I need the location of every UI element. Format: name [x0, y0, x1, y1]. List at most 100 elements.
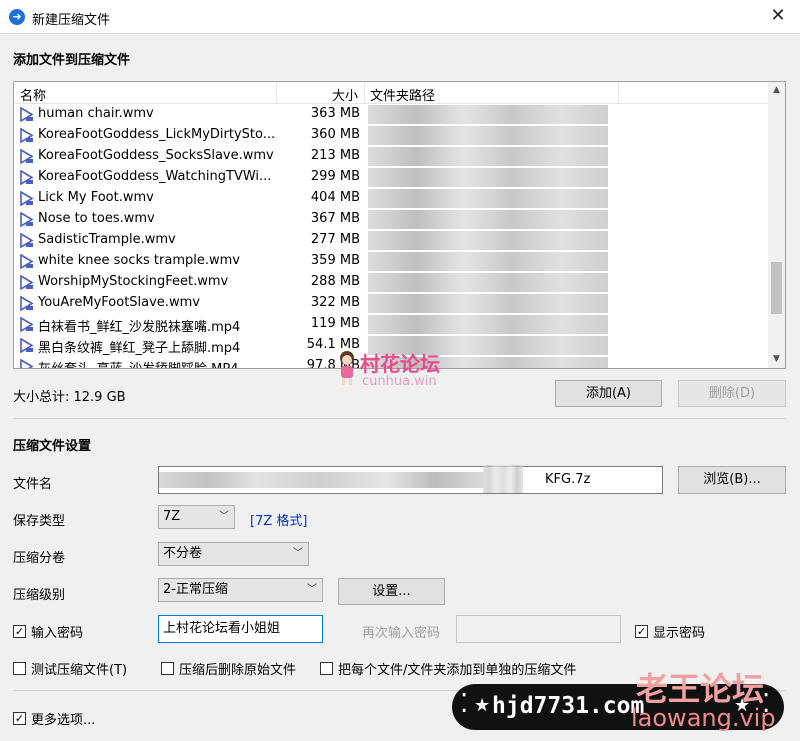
level-value: 2-正常压缩	[163, 582, 228, 597]
redacted-path	[368, 105, 608, 124]
format-link[interactable]: [7Z 格式]	[250, 510, 307, 529]
delete-after-label: 压缩后删除原始文件	[179, 663, 297, 678]
test-archive-label: 测试压缩文件(T)	[31, 663, 128, 678]
file-name: 黑白条纹裤_鲜红_凳子上舔脚.mp4	[38, 341, 241, 356]
redacted-path	[368, 126, 608, 145]
column-header-path[interactable]: 文件夹路径	[370, 85, 435, 104]
video-file-icon	[20, 254, 34, 269]
video-file-icon	[20, 275, 34, 290]
video-file-icon	[20, 191, 34, 206]
file-size: 360 MB	[310, 127, 360, 142]
table-row[interactable]: 白袜看书_鲜红_沙发脱袜塞嘴.mp4 119 MB	[14, 314, 769, 335]
redacted-path	[368, 210, 608, 229]
check-icon: ✓	[635, 625, 648, 638]
format-value: 7Z	[163, 509, 181, 524]
check-icon: ✓	[13, 625, 26, 638]
file-size: 363 MB	[310, 106, 360, 121]
file-name: white knee socks trample.wmv	[38, 253, 240, 268]
password-label: 输入密码	[31, 626, 84, 641]
level-select[interactable]: 2-正常压缩 ﹀	[158, 578, 323, 602]
app-icon: ➜	[9, 9, 25, 25]
column-header-size[interactable]: 大小	[332, 85, 358, 104]
file-name: KoreaFootGoddess_LickMyDirtySto...	[38, 127, 276, 142]
browse-button[interactable]: 浏览(B)...	[678, 466, 786, 494]
file-rows: human chair.wmv 363 MB KoreaFootGoddess_Li…	[14, 104, 769, 368]
show-password-checkbox[interactable]: ✓ 显示密码	[635, 622, 705, 641]
chevron-down-icon: ﹀	[307, 584, 317, 595]
girl-mascot-icon	[340, 351, 354, 385]
star-icon: ★	[474, 695, 491, 716]
password-input[interactable]: 上村花论坛看小姐姐	[158, 615, 323, 643]
window-title: 新建压缩文件	[32, 13, 111, 28]
file-name: KoreaFootGoddess_SocksSlave.wmv	[38, 148, 274, 163]
file-name: Nose to toes.wmv	[38, 211, 155, 226]
scroll-down-icon[interactable]: ▼	[768, 351, 785, 368]
delete-button[interactable]: 删除(D)	[678, 380, 786, 407]
video-file-icon	[20, 233, 34, 248]
video-file-icon	[20, 338, 34, 353]
settings-section-title: 压缩文件设置	[13, 439, 92, 454]
close-icon[interactable]: ✕	[766, 5, 790, 29]
table-row[interactable]: Lick My Foot.wmv 404 MB	[14, 188, 769, 209]
show-password-label: 显示密码	[653, 626, 706, 641]
format-label: 保存类型	[13, 514, 66, 529]
divider	[13, 418, 786, 419]
format-select[interactable]: 7Z ﹀	[158, 505, 235, 529]
scroll-up-icon[interactable]: ▲	[768, 82, 785, 99]
file-list-header: 名称 大小 文件夹路径	[14, 82, 769, 104]
video-file-icon	[20, 128, 34, 143]
test-archive-checkbox[interactable]: 测试压缩文件(T)	[13, 659, 127, 678]
video-file-icon	[20, 317, 34, 332]
reenter-password-label: 再次输入密码	[362, 626, 441, 641]
split-select[interactable]: 不分卷 ﹀	[158, 542, 309, 566]
redacted-path	[368, 294, 608, 313]
redacted-path	[368, 231, 608, 250]
table-row[interactable]: human chair.wmv 363 MB	[14, 104, 769, 125]
file-size: 288 MB	[310, 274, 360, 289]
table-row[interactable]: WorshipMyStockingFeet.wmv 288 MB	[14, 272, 769, 293]
table-row[interactable]: YouAreMyFootSlave.wmv 322 MB	[14, 293, 769, 314]
settings-button[interactable]: 设置...	[338, 578, 445, 605]
password-checkbox[interactable]: ✓ 输入密码	[13, 622, 83, 641]
file-size: 213 MB	[310, 148, 360, 163]
cunhua-site: cunhua.win	[362, 374, 437, 389]
video-file-icon	[20, 149, 34, 164]
file-name: human chair.wmv	[38, 106, 154, 121]
chevron-down-icon: ﹀	[219, 511, 229, 522]
redacted-path	[368, 273, 608, 292]
file-list[interactable]: 名称 大小 文件夹路径 human chair.wmv 363 MB KoreaFo…	[13, 81, 786, 369]
file-size: 404 MB	[310, 190, 360, 205]
table-row[interactable]: SadisticTrample.wmv 277 MB	[14, 230, 769, 251]
file-name: WorshipMyStockingFeet.wmv	[38, 274, 229, 289]
table-row[interactable]: KoreaFootGoddess_WatchingTVWi... 299 MB	[14, 167, 769, 188]
table-row[interactable]: white knee socks trample.wmv 359 MB	[14, 251, 769, 272]
redacted-path	[368, 147, 608, 166]
file-name: Lick My Foot.wmv	[38, 190, 154, 205]
more-options-label: 更多选项...	[31, 713, 96, 728]
file-size: 119 MB	[310, 316, 360, 331]
video-file-icon	[20, 107, 34, 122]
cunhua-watermark: 村花论坛 cunhua.win	[336, 348, 476, 396]
add-button[interactable]: 添加(A)	[555, 380, 662, 407]
file-name: KoreaFootGoddess_WatchingTVWi...	[38, 169, 272, 184]
column-header-name[interactable]: 名称	[20, 85, 46, 104]
laowang-watermark: ⁚ ★ hjd7731.com ★ ⁚ 老王论坛 laowang.vip	[446, 670, 800, 741]
filename-input[interactable]: KFG.7z	[158, 465, 663, 494]
redacted-path	[368, 168, 608, 187]
split-value: 不分卷	[163, 546, 203, 561]
table-row[interactable]: KoreaFootGoddess_SocksSlave.wmv 213 MB	[14, 146, 769, 167]
table-row[interactable]: Nose to toes.wmv 367 MB	[14, 209, 769, 230]
total-size: 大小总计: 12.9 GB	[13, 390, 126, 405]
scroll-thumb[interactable]	[771, 262, 782, 314]
delete-after-checkbox[interactable]: 压缩后删除原始文件	[161, 659, 296, 678]
vertical-scrollbar[interactable]: ▲ ▼	[768, 82, 785, 368]
file-size: 299 MB	[310, 169, 360, 184]
title-bar: ➜ 新建压缩文件 ✕	[0, 0, 800, 34]
more-options-checkbox[interactable]: ✓ 更多选项...	[13, 709, 95, 728]
chevron-down-icon: ﹀	[293, 548, 303, 559]
reenter-password-input[interactable]	[456, 615, 621, 643]
level-label: 压缩级别	[13, 588, 66, 603]
table-row[interactable]: KoreaFootGoddess_LickMyDirtySto... 360 MB	[14, 125, 769, 146]
file-size: 277 MB	[310, 232, 360, 247]
add-files-section-title: 添加文件到压缩文件	[13, 53, 131, 68]
